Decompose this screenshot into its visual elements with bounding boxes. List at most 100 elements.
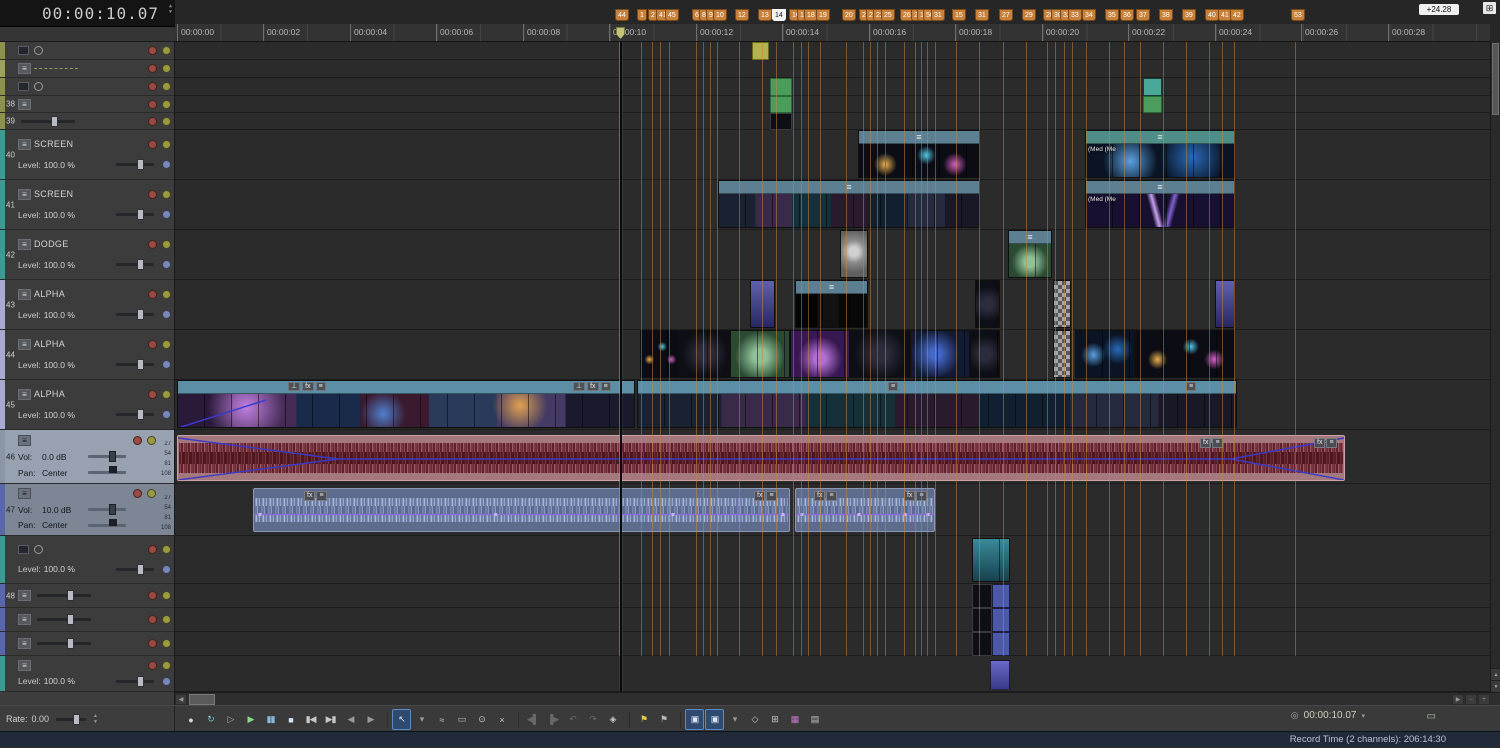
track-menu-icon[interactable]: ≡ (18, 590, 31, 601)
event-menu-icon[interactable]: ≡ (826, 491, 837, 501)
event-fx-icon[interactable]: fx (1314, 438, 1326, 448)
clip-menu-icon[interactable]: ≡ (600, 382, 611, 391)
insert-region-button[interactable]: ⚑ (654, 709, 673, 730)
vscroll-thumb[interactable] (1492, 43, 1499, 115)
hscroll-left-button[interactable]: ◀ (175, 694, 187, 705)
clip[interactable] (992, 608, 1010, 632)
timecode-format-dropdown-icon[interactable]: ▾ (1361, 712, 1365, 720)
video-clip[interactable] (972, 538, 1010, 582)
marker-tag-1[interactable]: 1 (637, 9, 647, 21)
track-menu-icon[interactable]: ≡ (18, 614, 31, 625)
pause-button[interactable]: ▮▮ (261, 709, 280, 730)
video-clip[interactable] (850, 330, 910, 378)
zoom-in-button[interactable]: + (1478, 694, 1490, 705)
event-fx-icon[interactable]: fx (587, 382, 599, 391)
marker-tag-36[interactable]: 36 (1120, 9, 1134, 21)
track-menu-icon[interactable]: ≡ (18, 434, 31, 446)
marker-tag-35[interactable]: 35 (1105, 9, 1119, 21)
loop-region-button[interactable]: ▣ (685, 709, 704, 730)
record-button[interactable]: ● (181, 709, 200, 730)
marker-tag-25[interactable]: 25 (881, 9, 895, 21)
rate-value[interactable]: 0.00 (32, 714, 50, 724)
mute-button[interactable] (148, 139, 157, 149)
rate-slider-handle[interactable] (72, 713, 80, 725)
mute-button[interactable] (148, 545, 157, 555)
stop-button[interactable]: ■ (281, 709, 300, 730)
normal-edit-tool[interactable]: ↖ (392, 709, 411, 730)
marker-tag-20[interactable]: 20 (842, 9, 856, 21)
volume-slider[interactable] (88, 504, 126, 515)
video-clip[interactable] (910, 330, 970, 378)
event-fx-badge[interactable]: fx≡ (1314, 438, 1337, 448)
play-button[interactable]: ▶ (241, 709, 260, 730)
track-fade-slider[interactable] (37, 614, 91, 625)
crop-icon[interactable]: ⊥ (573, 382, 586, 391)
solo-button[interactable] (162, 64, 171, 73)
clip[interactable] (992, 584, 1010, 608)
mute-button[interactable] (148, 46, 157, 55)
clip-menu-icon[interactable]: ≡ (1157, 132, 1162, 142)
clip-menu-icon[interactable]: ≡ (1186, 382, 1197, 391)
track-menu-icon[interactable]: ≡ (18, 638, 31, 649)
solo-button[interactable] (147, 489, 156, 499)
clip[interactable] (770, 113, 792, 130)
clip-menu-icon[interactable]: ≡ (1157, 182, 1162, 192)
marker-tag-45[interactable]: 45 (665, 9, 679, 21)
solo-button[interactable] (162, 545, 171, 555)
marker-tag-42[interactable]: 42 (1230, 9, 1244, 21)
clip-menu-icon[interactable]: ≡ (315, 382, 326, 391)
track-menu-icon[interactable]: ≡ (18, 238, 31, 250)
marker-tag-31[interactable]: 31 (975, 9, 989, 21)
level-slider[interactable] (116, 309, 154, 321)
solo-button[interactable] (162, 339, 171, 349)
marker-tag-53[interactable]: 53 (1291, 9, 1305, 21)
level-slider-handle[interactable] (136, 675, 144, 687)
track-thumbnail-icon[interactable] (18, 82, 29, 91)
video-clip[interactable]: ⊥ fx ≡ ⊥ fx ≡ (177, 380, 635, 428)
marker-tag-31[interactable]: 31 (931, 9, 945, 21)
level-value[interactable]: 100.0 % (44, 310, 75, 320)
solo-button[interactable] (162, 99, 171, 109)
track-fade-slider-handle[interactable] (66, 590, 74, 601)
track-menu-icon[interactable]: ≡ (18, 98, 31, 110)
solo-button[interactable] (162, 389, 171, 399)
event-menu-icon[interactable]: ≡ (316, 491, 327, 501)
track-menu-icon[interactable]: ≡ (18, 660, 31, 672)
goto-end-button[interactable]: ▶▮ (321, 709, 340, 730)
track-name[interactable]: ALPHA (34, 339, 65, 349)
track-name[interactable]: SCREEN (34, 189, 73, 199)
color-tool-button[interactable]: ▦ (785, 709, 804, 730)
track-menu-icon[interactable]: ≡ (18, 288, 31, 300)
timecode-display[interactable]: 00:00:10.07 ▲ ▼ (0, 0, 175, 27)
level-slider-handle[interactable] (136, 359, 144, 371)
level-slider[interactable] (116, 563, 154, 575)
mute-button[interactable] (148, 239, 157, 249)
prev-frame-button[interactable]: ◀ (341, 709, 360, 730)
event-fx-badge[interactable]: fx≡ (304, 491, 327, 501)
mute-button[interactable] (148, 289, 157, 299)
level-slider-handle[interactable] (136, 259, 144, 271)
level-slider-handle[interactable] (136, 409, 144, 421)
track-fade-slider[interactable] (37, 638, 91, 649)
level-slider-handle[interactable] (136, 563, 144, 575)
event-fx-icon[interactable]: fx (754, 491, 766, 501)
event-fx-icon[interactable]: fx (304, 491, 316, 501)
clip[interactable] (752, 42, 769, 60)
clip[interactable] (1143, 78, 1162, 96)
video-clip[interactable] (1215, 280, 1235, 328)
video-clip[interactable] (970, 330, 1000, 378)
timecode-spinner[interactable]: ▲ ▼ (169, 3, 173, 15)
track-fade-slider[interactable] (37, 590, 91, 601)
video-clip[interactable]: ≡ (718, 180, 980, 228)
video-clip[interactable]: ≡ (795, 280, 868, 328)
compositing-mode-button[interactable] (162, 160, 171, 170)
vscroll-up-button[interactable]: ▲ (1491, 668, 1500, 680)
horizontal-scrollbar[interactable]: ◀ ▶ − + (175, 692, 1500, 705)
mute-button[interactable] (133, 489, 142, 499)
marker-tag-39[interactable]: 39 (1182, 9, 1196, 21)
crop-icon[interactable]: ⊥ (288, 382, 301, 391)
level-slider[interactable] (116, 209, 154, 221)
marker-tag-44[interactable]: 44 (615, 9, 629, 21)
marker-tag-40[interactable]: 40 (1205, 9, 1219, 21)
zoom-out-button[interactable]: − (1465, 694, 1477, 705)
